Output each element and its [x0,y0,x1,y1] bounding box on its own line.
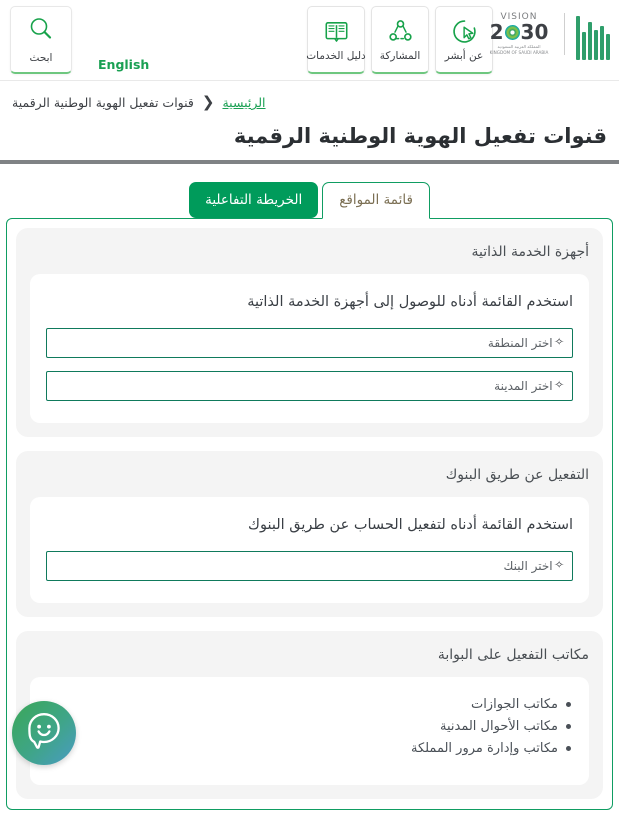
page-title: قنوات تفعيل الهوية الوطنية الرقمية [0,110,619,148]
list-item: مكاتب الجوازات [46,697,571,712]
breadcrumb-home-link[interactable]: الرئيسية [222,95,265,110]
chevron-down-icon: ✧ [553,337,565,348]
tab-bar: قائمة المواقع الخريطة التفاعلية [0,164,619,219]
self-service-devices-card: استخدم القائمة أدناه للوصول إلى أجهزة ال… [30,274,589,423]
page-title-text: قنوات تفعيل الهوية الوطنية الرقمية [233,124,607,148]
chat-assistant-button[interactable] [12,701,76,765]
header-logos: VISION 2 30 المملكة العربية السعودية KIN… [482,8,613,60]
site-header: ابحث English عن أبشر المشاركة دليل الخدم… [0,0,619,80]
bank-select[interactable]: ✧ اختر البنك [46,551,573,581]
bank-activation-subtitle: استخدم القائمة أدناه لتفعيل الحساب عن طر… [248,517,573,533]
nav-tile-share[interactable]: المشاركة [371,6,429,74]
nav-tile-share-label: المشاركة [379,49,421,62]
breadcrumb-current: قنوات تفعيل الهوية الوطنية الرقمية [12,95,194,110]
vision-logo-number-left: 2 [489,19,504,44]
tab-interactive-map[interactable]: الخريطة التفاعلية [189,182,319,218]
section-bank-activation-title: التفعيل عن طريق البنوك [445,467,589,483]
vision-logo-number-right: 30 [520,19,549,44]
section-bank-activation: التفعيل عن طريق البنوك استخدم القائمة أد… [16,451,603,617]
region-select[interactable]: ✧ اختر المنطقة [46,328,573,358]
section-portal-activation-offices: مكاتب التفعيل على البوابة مكاتب الجوازات… [16,631,603,799]
logo-divider [564,13,565,55]
region-select-wrap: ✧ اختر المنطقة [46,328,573,358]
language-toggle-link[interactable]: English [98,57,149,72]
section-portal-activation-offices-title: مكاتب التفعيل على البوابة [437,647,589,663]
vision-rosette-icon [504,24,520,40]
absher-logo[interactable] [573,8,613,60]
portal-office-1: مكاتب الأحوال المدنية [439,719,558,734]
chevron-down-icon: ✧ [553,560,565,571]
vision-2030-logo: VISION 2 30 المملكة العربية السعودية KIN… [482,12,556,57]
bank-activation-card: استخدم القائمة أدناه لتفعيل الحساب عن طر… [30,497,589,603]
city-select-wrap: ✧ اختر المدينة [46,371,573,401]
search-button-label: ابحث [29,51,53,64]
vision-logo-subtitle-en: KINGDOM OF SAUDI ARABIA [489,50,549,55]
header-nav-tiles: عن أبشر المشاركة دليل الخدمات [306,6,493,74]
list-item: مكاتب الأحوال المدنية [46,719,571,734]
city-select-value: اختر المدينة [494,379,553,393]
nav-tile-services-guide[interactable]: دليل الخدمات [306,6,366,74]
nav-tile-services-guide-label: دليل الخدمات [306,49,366,62]
portal-offices-list: مكاتب الجوازات مكاتب الأحوال المدنية مكا… [46,697,573,756]
locations-list-panel: أجهزة الخدمة الذاتية استخدم القائمة أدنا… [6,218,613,810]
breadcrumb-chevron-icon: ❮ [201,93,215,111]
list-item: مكاتب وإدارة مرور المملكة [46,741,571,756]
search-icon [28,16,54,46]
breadcrumb: الرئيسية ❮ قنوات تفعيل الهوية الوطنية ال… [0,81,619,111]
cursor-circle-icon [451,18,478,45]
share-nodes-icon [387,18,414,45]
bank-select-wrap: ✧ اختر البنك [46,551,573,581]
tab-locations-list-label: قائمة المواقع [339,192,413,208]
portal-activation-offices-card: مكاتب الجوازات مكاتب الأحوال المدنية مكا… [30,677,589,785]
chevron-down-icon: ✧ [553,380,565,391]
portal-office-2: مكاتب وإدارة مرور المملكة [410,741,558,756]
section-self-service-devices-title: أجهزة الخدمة الذاتية [471,244,589,260]
nav-tile-about-absher-label: عن أبشر [444,49,484,62]
region-select-value: اختر المنطقة [487,336,553,350]
section-self-service-devices: أجهزة الخدمة الذاتية استخدم القائمة أدنا… [16,228,603,437]
chat-assistant-smiley-icon [22,709,66,757]
self-service-devices-subtitle: استخدم القائمة أدناه للوصول إلى أجهزة ال… [247,294,573,310]
city-select[interactable]: ✧ اختر المدينة [46,371,573,401]
tab-locations-list[interactable]: قائمة المواقع [322,182,430,219]
tab-interactive-map-label: الخريطة التفاعلية [205,192,303,208]
portal-office-0: مكاتب الجوازات [470,697,558,712]
bank-select-value: اختر البنك [503,559,553,573]
open-book-icon [323,18,350,45]
search-button[interactable]: ابحث [10,6,72,74]
